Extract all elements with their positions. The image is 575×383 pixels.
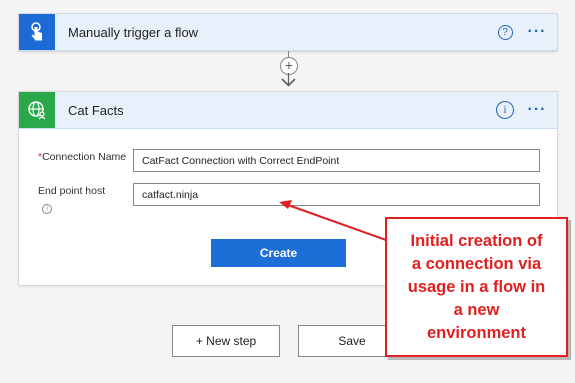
endpoint-host-label: End point host: [38, 185, 106, 197]
callout-line: environment: [426, 323, 527, 342]
endpoint-host-input[interactable]: [133, 183, 540, 206]
connection-name-label: *Connection Name: [38, 151, 127, 163]
more-options-button[interactable]: ···: [521, 14, 553, 50]
callout-line: usage in a flow in: [407, 277, 546, 296]
new-step-button[interactable]: + New step: [172, 325, 280, 357]
trigger-card-title: Manually trigger a flow: [68, 24, 199, 40]
info-button[interactable]: i: [489, 92, 521, 128]
catfacts-card-title: Cat Facts: [68, 102, 124, 118]
more-options-button[interactable]: ···: [521, 92, 553, 128]
globe-person-icon: [19, 92, 55, 128]
info-icon[interactable]: i: [42, 204, 52, 214]
create-button[interactable]: Create: [211, 239, 346, 267]
new-step-label: + New step: [195, 334, 257, 348]
trigger-card[interactable]: Manually trigger a flow ? ···: [19, 14, 557, 51]
callout-line: a connection via: [411, 254, 542, 273]
save-label: Save: [338, 334, 366, 348]
catfacts-card-header[interactable]: Cat Facts i ···: [19, 92, 557, 129]
info-icon: i: [496, 101, 514, 119]
plus-icon: +: [284, 57, 294, 73]
ellipsis-icon: ···: [527, 23, 547, 40]
annotation-callout: Initial creation of a connection via usa…: [385, 217, 568, 357]
trigger-card-header[interactable]: Manually trigger a flow ? ···: [19, 14, 557, 51]
touch-hand-icon: [19, 14, 55, 50]
callout-line: a new: [453, 300, 500, 319]
question-circle-icon: ?: [497, 24, 513, 40]
ellipsis-icon: ···: [527, 101, 547, 118]
arrow-down-icon: [281, 73, 296, 87]
help-button[interactable]: ?: [489, 14, 521, 50]
callout-line: Initial creation of: [410, 231, 543, 250]
connection-name-input[interactable]: [133, 149, 540, 172]
